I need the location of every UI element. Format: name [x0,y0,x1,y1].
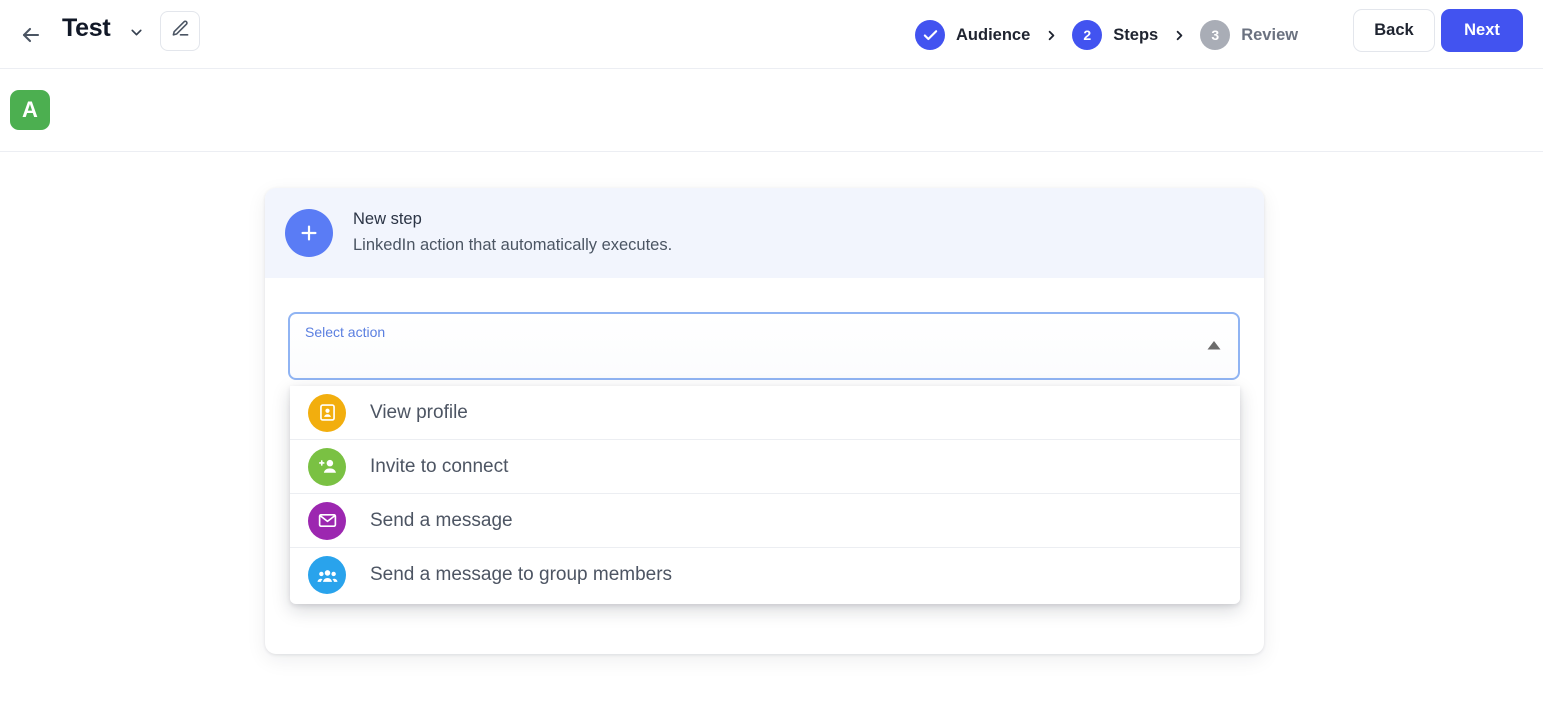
action-dropdown-menu[interactable]: View profile Invite to connect Send a me… [290,386,1240,604]
profile-card-icon [308,394,346,432]
plus-icon [285,209,333,257]
chevron-down-icon[interactable] [124,20,148,44]
step-steps-label: Steps [1113,26,1158,45]
select-action-input[interactable] [288,312,1240,380]
person-add-icon [308,448,346,486]
select-action-field[interactable]: Select action [288,312,1240,380]
campaign-canvas: Stop campaign New step LinkedIn action t… [0,152,1543,728]
dropdown-option-label: Send a message to group members [370,564,672,586]
dropdown-option-label: Invite to connect [370,456,508,478]
variant-badge-a[interactable]: A [10,90,50,130]
new-step-subtitle: LinkedIn action that automatically execu… [353,233,672,259]
edit-campaign-button[interactable] [160,11,200,51]
group-icon [308,556,346,594]
dropdown-option-view-profile[interactable]: View profile [290,386,1240,440]
dropdown-option-label: Send a message [370,510,513,532]
variant-toolbar: A Select template Add A/B test [0,69,1543,152]
step-steps-bubble: 2 [1072,20,1102,50]
step-review-label: Review [1241,26,1298,45]
dropdown-option-label: View profile [370,402,468,424]
top-header: Test Audience 2 Step [0,0,1543,69]
back-arrow-icon[interactable] [12,16,50,54]
step-audience-label: Audience [956,26,1030,45]
pencil-icon [171,19,190,43]
step-audience-bubble [915,20,945,50]
wizard-stepper: Audience 2 Steps 3 Review [915,13,1298,57]
dropdown-option-invite-to-connect[interactable]: Invite to connect [290,440,1240,494]
step-review-bubble: 3 [1200,20,1230,50]
dropdown-option-send-a-message-to-group-members[interactable]: Send a message to group members [290,548,1240,602]
campaign-name[interactable]: Test [62,14,110,43]
step-steps[interactable]: 2 Steps [1072,20,1158,50]
envelope-icon [308,502,346,540]
next-button[interactable]: Next [1441,9,1523,52]
dropdown-option-send-a-message[interactable]: Send a message [290,494,1240,548]
step-review[interactable]: 3 Review [1200,20,1298,50]
chevron-right-icon [1030,28,1072,43]
step-audience[interactable]: Audience [915,20,1030,50]
back-button[interactable]: Back [1353,9,1435,52]
chevron-right-icon-2 [1158,28,1200,43]
new-step-title: New step [353,207,672,233]
new-step-header: New step LinkedIn action that automatica… [265,188,1264,278]
caret-up-icon[interactable] [1206,339,1222,351]
